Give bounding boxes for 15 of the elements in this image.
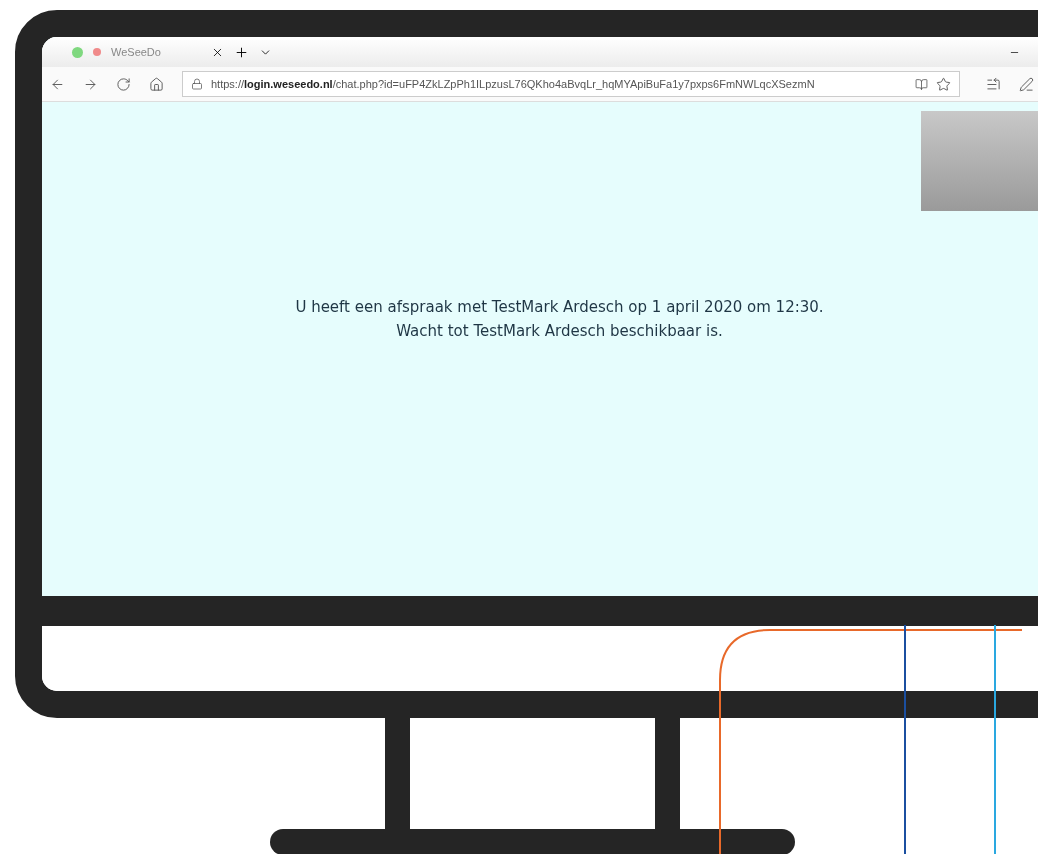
forward-arrow-icon[interactable] (83, 76, 98, 92)
plus-icon[interactable] (234, 44, 249, 60)
status-dot-icon (72, 46, 83, 58)
favorites-list-icon[interactable] (986, 76, 1001, 92)
star-icon[interactable] (936, 76, 951, 92)
book-icon[interactable] (915, 77, 928, 91)
message-text: U heeft een afspraak met TestMark Ardesch op 1 april 2020 om 12:30. (295, 298, 824, 316)
lock-icon (191, 78, 203, 90)
home-icon[interactable] (149, 76, 164, 92)
url-text: https://login.weseedo.nl/chat.php?id=uFP4ZkLZpPh1ILpzusL76QKho4aBvqLr_hqMYApiBuFa1y7pxps6FmNWLqcXSezmN (211, 78, 816, 90)
pen-icon[interactable] (1019, 76, 1034, 92)
recording-dot-icon (93, 48, 101, 56)
address-bar[interactable]: https://login.weseedo.nl/chat.php?id=uFP4ZkLZpPh1ILpzusL76QKho4aBvqLr_hqMYApiBuFa1y7pxps6FmNWLqcXSezmN (182, 71, 960, 97)
message-text: Wacht tot TestMark Ardesch beschikbaar is. (396, 322, 723, 340)
refresh-icon[interactable] (116, 76, 131, 92)
